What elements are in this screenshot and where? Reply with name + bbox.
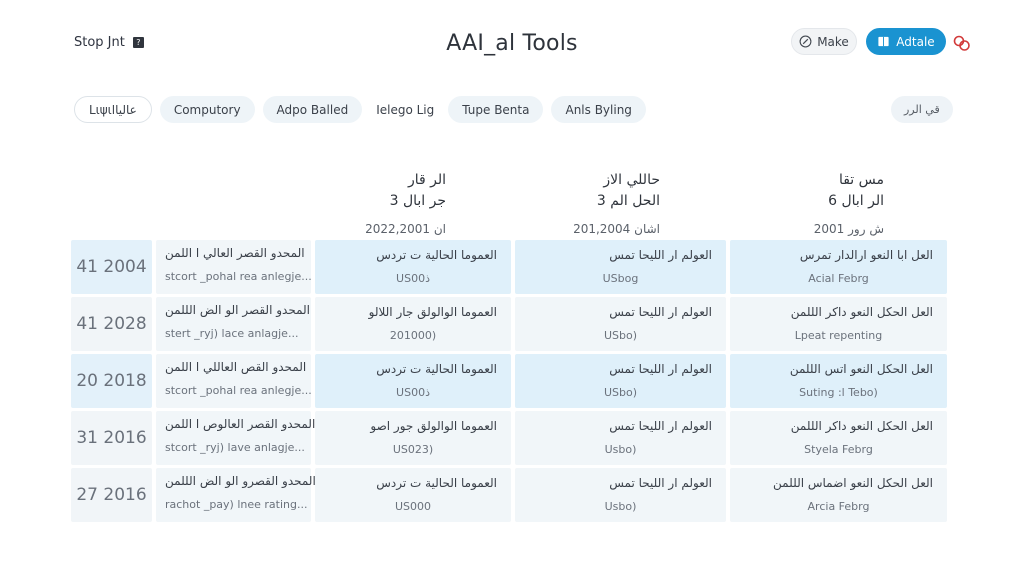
value-primary: العل الحكل النعو داكر الللمن [790,419,933,433]
value-primary: العولم ار الليحا تمس [609,419,712,433]
primary-action-label: Adtale [896,34,935,49]
column-header-title: حاللي الاز [603,172,660,188]
value-primary: العموما الحالية ت تردس [376,476,497,490]
chip-ielego-lig[interactable]: Ielego Lig [370,96,440,123]
value-secondary: US000 [394,500,432,513]
value-primary: العولم ار الليحا تمس [609,248,712,262]
value-secondary: US023) [392,443,434,456]
value-cell-2: العولم ار الليحا تمس Usbo) [515,468,726,522]
year-cell: 27 2016 [71,468,152,522]
value-cell-3: العل الحكل النعو داكر الللمن Styela Febr… [730,411,947,465]
description-subtitle: stcort _pohal rea anlegje... [165,384,312,397]
value-primary: العموما الحالية ت تردس [376,362,497,376]
chip-adpo-balled[interactable]: Adpo Balled [262,96,363,123]
description-subtitle: stert _ryj) lace anlagje... [165,327,299,340]
primary-action-button[interactable]: Adtale [866,28,946,55]
column-header-subtitle: 3 الحل الم [596,193,660,209]
year-cell: 31 2016 [71,411,152,465]
description-cell: المحدو القصرو الو الض الللمن rachot _pay… [156,468,316,522]
value-secondary: Lpeat repenting [794,329,883,342]
value-primary: العولم ار الليحا تمس [609,305,712,319]
value-primary: العموما الوالولق جور اصو [370,419,497,433]
description-subtitle: rachot _pay) lnee rating... [165,498,308,511]
chip-0[interactable]: Lιψιعالياا [74,96,152,123]
chip-tupe-benta[interactable]: Tupe Benta [448,96,544,123]
description-cell: المحدو القصر العالوص ا اللمن stcort _ryj… [156,411,315,465]
value-cell-3: العل الحكل النعو داكر الللمن Lpeat repen… [730,297,947,351]
value-secondary: Suting :l Tebo) [799,386,878,399]
value-secondary: Usbo) [604,443,637,456]
value-secondary: Acial Febrg [808,272,869,285]
value-primary: العل الحكل النعو داكر الللمن [790,305,933,319]
description-title: المحدو القصرو الو الض الللمن [165,474,316,488]
year-cell: 41 2004 [71,240,152,294]
make-button-label: Make [817,34,849,49]
value-cell-3: العل الحكل النعو اتس الللمن Suting :l Te… [730,354,947,408]
value-cell-1: العموما الحالية ت تردس US000 [315,468,511,522]
value-secondary: Arcia Febrg [807,500,870,513]
value-primary: العل الحكل النعو اتس الللمن [789,362,933,376]
year-cell: 41 2028 [71,297,152,351]
value-secondary: US00ذ [396,386,430,399]
value-cell-1: العموما الحالية ت تردس US00ذ [315,240,511,294]
value-primary: العموما الوالولق جار اللالو [368,305,497,319]
value-primary: العولم ار الليحا تمس [609,476,712,490]
chip-anls-byling[interactable]: Anls Byling [551,96,646,123]
chip-computory[interactable]: Computory [159,96,255,123]
column-header-title: مس تقا [838,172,884,188]
year-cell: 20 2018 [71,354,152,408]
value-cell-2: العولم ار الليحا تمس Usbo) [515,411,726,465]
filter-chips: Lιψιعالياا Computory Adpo Balled Ielego … [74,96,646,123]
value-cell-2: العولم ار الليحا تمس USbo) [515,354,726,408]
description-cell: المحدو القصر الو الض الللمن stert _ryj) … [156,297,311,351]
value-secondary: USbog [602,272,639,285]
value-secondary: 201000) [389,329,437,342]
description-title: المحدو القصر العالوص ا اللمن [165,417,316,431]
value-primary: العل الحكل النعو اضماس الللمن [773,476,933,490]
column-header-subtitle: 6 الر ابال [828,193,884,209]
value-secondary: USbo) [603,329,638,342]
description-subtitle: stcort _ryj) lave anlagje... [165,441,305,454]
value-cell-1: العموما الوالولق جور اصو US023) [315,411,511,465]
column-header-1: الر قار 3 جر ابال 2022,2001 ان [330,170,446,238]
value-cell-1: العموما الوالولق جار اللالو 201000) [315,297,511,351]
make-button[interactable]: Make [791,28,857,55]
link-icon[interactable] [952,34,972,52]
column-header-dates: 2022,2001 ان [365,222,446,236]
column-header-2: حاللي الاز 3 الحل الم 201,2004 اشان [536,170,660,238]
column-header-subtitle: 3 جر ابال [389,193,446,209]
value-cell-2: العولم ار الليحا تمس USbo) [515,297,726,351]
value-primary: العموما الحالية ت تردس [376,248,497,262]
book-icon [878,36,889,47]
value-primary: العل ابا النعو ارالدار تمرس [799,248,933,262]
column-header-dates: 201,2004 اشان [573,222,660,236]
value-cell-3: العل الحكل النعو اضماس الللمن Arcia Febr… [730,468,947,522]
value-primary: العولم ار الليحا تمس [609,362,712,376]
value-secondary: US00ذ [396,272,430,285]
value-cell-3: العل ابا النعو ارالدار تمرس Acial Febrg [730,240,947,294]
description-subtitle: stcort _pohal rea anlegje... [165,270,312,283]
edit-icon [799,35,812,48]
description-title: المحدو القصر الو الض الللمن [165,303,311,317]
description-title: المحدو القص العاللي ا اللمن [165,360,307,374]
value-secondary: Styela Febrg [804,443,873,456]
value-cell-1: العموما الحالية ت تردس US00ذ [315,354,511,408]
value-secondary: Usbo) [604,500,637,513]
description-title: المحدو القصر العالي ا اللمن [165,246,305,260]
filter-right-chip[interactable]: قي الرر [891,96,953,123]
value-secondary: USbo) [603,386,638,399]
column-header-title: الر قار [407,172,446,188]
description-cell: المحدو القص العاللي ا اللمن stcort _poha… [156,354,312,408]
description-cell: المحدو القصر العالي ا اللمن stcort _poha… [156,240,312,294]
value-cell-2: العولم ار الليحا تمس USbog [515,240,726,294]
